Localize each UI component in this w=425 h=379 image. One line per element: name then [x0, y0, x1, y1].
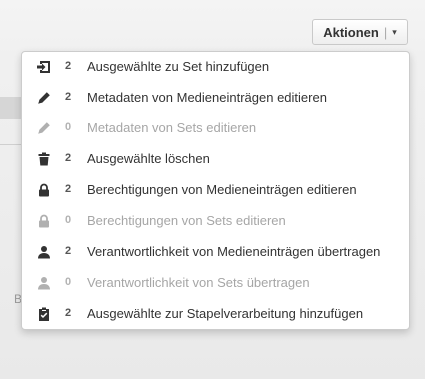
- pencil-icon: [37, 91, 51, 105]
- menu-item-label: Ausgewählte zur Stapelverarbeitung hinzu…: [87, 306, 364, 321]
- menu-item-count: 2: [65, 245, 72, 257]
- lock-icon: [37, 183, 51, 197]
- menu-item-count: 0: [65, 276, 72, 288]
- menu-item-edit-set-permissions[interactable]: 0 Berechtigungen von Sets editieren: [22, 209, 409, 233]
- menu-item-label: Metadaten von Sets editieren: [87, 120, 257, 135]
- menu-item-delete-selected[interactable]: 2 Ausgewählte löschen: [22, 147, 409, 171]
- menu-item-count: 2: [65, 60, 72, 72]
- menu-item-count: 2: [65, 91, 72, 103]
- menu-item-label: Verantwortlichkeit von Medieneinträgen ü…: [87, 244, 381, 259]
- menu-item-count: 2: [65, 152, 72, 164]
- actions-menu: 2 Ausgewählte zu Set hinzufügen 2 Metada…: [21, 51, 410, 330]
- trash-icon: [37, 152, 51, 166]
- actions-dropdown-button[interactable]: Aktionen | ▾: [312, 19, 408, 45]
- caret-down-icon: ▾: [392, 26, 397, 37]
- menu-item-count: 2: [65, 307, 72, 319]
- add-to-set-icon: [37, 60, 51, 74]
- menu-item-count: 2: [65, 183, 72, 195]
- clipboard-check-icon: [37, 307, 51, 321]
- user-icon: [37, 245, 51, 259]
- menu-item-label: Ausgewählte zu Set hinzufügen: [87, 59, 270, 74]
- menu-item-transfer-media-responsibility[interactable]: 2 Verantwortlichkeit von Medieneinträgen…: [22, 240, 409, 264]
- menu-item-label: Berechtigungen von Sets editieren: [87, 213, 286, 228]
- menu-item-edit-set-metadata[interactable]: 0 Metadaten von Sets editieren: [22, 116, 409, 140]
- menu-item-count: 0: [65, 121, 72, 133]
- menu-item-label: Ausgewählte löschen: [87, 151, 210, 166]
- menu-item-count: 0: [65, 214, 72, 226]
- menu-item-add-to-set[interactable]: 2 Ausgewählte zu Set hinzufügen: [22, 55, 409, 79]
- menu-item-add-to-batch[interactable]: 2 Ausgewählte zur Stapelverarbeitung hin…: [22, 302, 409, 326]
- lock-icon: [37, 214, 51, 228]
- actions-button-separator: |: [383, 24, 388, 40]
- actions-button-label: Aktionen: [323, 24, 379, 40]
- menu-item-label: Verantwortlichkeit von Sets übertragen: [87, 275, 310, 290]
- menu-item-transfer-set-responsibility[interactable]: 0 Verantwortlichkeit von Sets übertragen: [22, 271, 409, 295]
- pencil-icon: [37, 121, 51, 135]
- menu-item-edit-media-metadata[interactable]: 2 Metadaten von Medieneinträgen editiere…: [22, 86, 409, 110]
- menu-item-edit-media-permissions[interactable]: 2 Berechtigungen von Medieneinträgen edi…: [22, 178, 409, 202]
- menu-item-label: Berechtigungen von Medieneinträgen editi…: [87, 182, 357, 197]
- menu-item-label: Metadaten von Medieneinträgen editieren: [87, 90, 327, 105]
- user-icon: [37, 276, 51, 290]
